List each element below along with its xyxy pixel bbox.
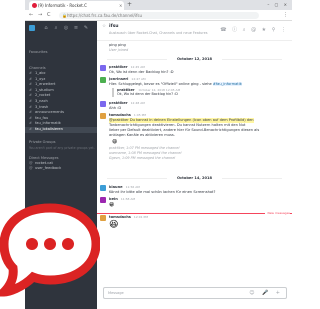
message-emoji: 😁 xyxy=(109,202,115,208)
rocket-chat-logo-icon xyxy=(0,203,100,297)
reload-button[interactable]: C xyxy=(47,12,51,19)
system-message: username, 1:08 PM messaged the channel xyxy=(109,151,182,155)
message-text: Tonbenachrichtigungen deaktivieren. Du k… xyxy=(109,123,246,127)
create-icon[interactable]: ✎ xyxy=(83,25,89,31)
avatar[interactable] xyxy=(100,77,106,83)
address-bar[interactable]: 🔒 https://chat.frs.ca.fau.de/channel/ifs… xyxy=(59,12,259,19)
tab-close-icon[interactable]: × xyxy=(119,4,122,8)
room-toolbar-icons[interactable]: ☎ ⓘ ⌕ @ ★ ⚲ ⋮ xyxy=(220,26,288,33)
lock-icon: 🔒 xyxy=(62,13,67,18)
avatar[interactable] xyxy=(100,197,106,203)
unread-divider: New messages xyxy=(97,211,292,215)
room-title: ifsu xyxy=(109,24,119,29)
at-icon: @ xyxy=(29,166,33,171)
message-author[interactable]: tomsdachs 12:01 PM xyxy=(109,215,148,219)
sidebar-item-label: 1_studium xyxy=(35,87,54,92)
date-separator: October 12, 2018 xyxy=(97,57,292,61)
message-text: Ok, Wo ist denn der Backlog hin? :D xyxy=(109,70,174,74)
message-author[interactable]: tomsdachs 1:05 PM xyxy=(109,113,146,117)
private-empty-note: You aren't part of any private groups ye… xyxy=(29,145,95,150)
composer-placeholder: Message xyxy=(108,291,124,295)
avatar[interactable] xyxy=(29,25,35,31)
home-icon[interactable]: ⌂ xyxy=(43,25,49,31)
directory-icon[interactable]: ◎ xyxy=(63,25,69,31)
favicon-icon xyxy=(32,3,37,8)
sidebar-item-label: rocket.cat xyxy=(35,160,53,165)
sidebar-item-label: fau_informatik xyxy=(35,121,61,126)
sidebar-item-label: 2_rocket xyxy=(35,93,51,98)
room-topic: Austausch über Rocket.Chat, Channels und… xyxy=(109,31,208,35)
quoted-message: praktiker October 12, 2018 12:45 AM Ok, … xyxy=(112,88,180,97)
unread-label: New messages xyxy=(265,211,290,215)
system-message: Ggezn, 1:09 PM messaged the channel xyxy=(109,156,176,160)
reaction-emoji[interactable]: 😄 xyxy=(112,139,117,145)
sidebar-item-label: 1_erweitert xyxy=(35,82,56,87)
window-controls[interactable]: – ▢ × xyxy=(267,2,289,8)
composer-actions[interactable]: ☺ 🎤 + xyxy=(249,288,283,298)
message-text: ping ping xyxy=(109,43,126,47)
sort-icon[interactable]: ≡ xyxy=(73,25,79,31)
sidebar-item-active[interactable]: # fau_lokalisieren xyxy=(25,126,97,133)
message-text: Hier. Schluggelegt, bevor es "Offiziell"… xyxy=(109,82,242,86)
avatar[interactable] xyxy=(100,65,106,71)
tab-title: (9) Informatik - Rocket.C xyxy=(38,3,87,8)
message-text: Ahh :D xyxy=(109,106,122,110)
room-header: ☆ ifsu Austausch über Rocket.Chat, Chann… xyxy=(97,21,292,41)
sidebar-item-label: 1_abc xyxy=(35,71,46,75)
sidebar-item-label: announcements xyxy=(35,110,64,115)
date-separator: October 14, 2018 xyxy=(97,176,292,180)
system-message: User joined xyxy=(109,48,129,52)
message-text: Könnt ihr bitte alle mal schön lachen fü… xyxy=(109,190,216,194)
tab-strip: (9) Informatik - Rocket.C × + – ▢ × xyxy=(25,0,292,10)
message-emoji: 😆 xyxy=(109,220,119,230)
address-row: ← → C 🔒 https://chat.frs.ca.fau.de/chann… xyxy=(25,10,292,21)
channel-list: #1_abc #1_xyz #1_erweitert #1_studium #2… xyxy=(25,71,97,133)
avatar[interactable] xyxy=(100,185,106,191)
message-author[interactable]: praktiker 12:48 AM xyxy=(109,101,145,105)
message-author[interactable]: praktiker 12:45 AM xyxy=(109,65,145,69)
message-author[interactable]: klaune 11:56 AM xyxy=(109,185,140,189)
star-icon[interactable]: ☆ xyxy=(102,24,106,29)
avatar[interactable] xyxy=(100,101,106,107)
sidebar-item-direct[interactable]: @ user_feedback xyxy=(25,166,97,172)
sidebar-item-label: fau_fau xyxy=(35,115,49,120)
message-text: anklagen Kanäle es aktivieren muss. xyxy=(109,133,175,137)
sidebar-item-label: fau_lokalisieren xyxy=(35,126,63,131)
browser-menu-button[interactable]: ⋮ xyxy=(283,12,288,19)
message-author[interactable]: jonrinserl 12:47 AM xyxy=(109,77,146,81)
channel-link[interactable]: #fau_informatik xyxy=(212,82,242,86)
sidebar-item-label: user_feedback xyxy=(35,166,62,171)
back-button[interactable]: ← xyxy=(29,12,33,19)
sidebar-item-label: 1_xyz xyxy=(35,76,46,81)
browser-tab[interactable]: (9) Informatik - Rocket.C × xyxy=(29,1,124,10)
hash-icon: # xyxy=(29,126,33,131)
message-composer[interactable]: Message ☺ 🎤 + xyxy=(103,287,287,299)
quote-text: Ok, Wo ist denn der Backlog hin? :D xyxy=(117,92,178,97)
message-text: @praktiker Du kannst in deinen Einstellu… xyxy=(109,118,254,123)
avatar[interactable] xyxy=(100,113,106,119)
message-author[interactable]: bein 11:58 AM xyxy=(109,197,135,201)
new-tab-button[interactable]: + xyxy=(127,2,132,8)
sidebar-item-label: 3_trash xyxy=(35,104,49,109)
search-icon[interactable]: ⌕ xyxy=(53,25,59,31)
message-text: lieber per Default deaktiviert, andere h… xyxy=(109,128,260,132)
chat-main: ☆ ifsu Austausch über Rocket.Chat, Chann… xyxy=(97,21,292,309)
system-message: praktiker, 1:07 PM messaged the channel xyxy=(109,146,180,150)
forward-button[interactable]: → xyxy=(38,12,42,19)
sidebar-header: ⌂ ⌕ ◎ ≡ ✎ xyxy=(25,21,97,35)
avatar[interactable] xyxy=(100,215,106,221)
sidebar-item-label: 3_nach xyxy=(35,98,48,103)
url-text: https://chat.frs.ca.fau.de/channel/ifsu xyxy=(67,13,143,18)
